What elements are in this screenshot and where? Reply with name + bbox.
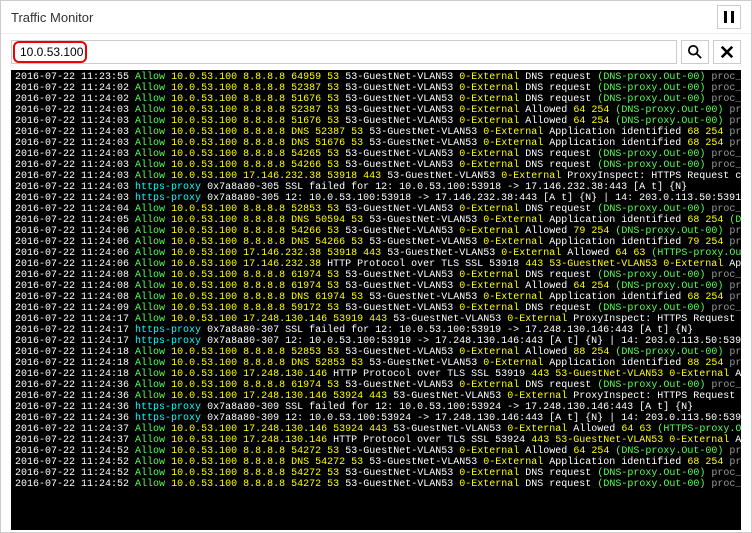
search-icon: [688, 45, 702, 59]
log-line: 2016-07-22 11:24:36 https-proxy 0x7a8a80…: [15, 413, 737, 424]
log-line: 2016-07-22 11:24:18 Allow 10.0.53.100 17…: [15, 369, 737, 380]
log-line: 2016-07-22 11:24:03 Allow 10.0.53.100 17…: [15, 171, 737, 182]
log-line: 2016-07-22 11:24:03 Allow 10.0.53.100 8.…: [15, 149, 737, 160]
log-line: 2016-07-22 11:24:52 Allow 10.0.53.100 8.…: [15, 457, 737, 468]
log-line: 2016-07-22 11:24:04 Allow 10.0.53.100 8.…: [15, 204, 737, 215]
pause-icon: [724, 11, 734, 23]
log-line: 2016-07-22 11:24:09 Allow 10.0.53.100 8.…: [15, 303, 737, 314]
log-line: 2016-07-22 11:24:52 Allow 10.0.53.100 8.…: [15, 446, 737, 457]
log-line: 2016-07-22 11:24:03 Allow 10.0.53.100 8.…: [15, 160, 737, 171]
log-line: 2016-07-22 11:24:37 Allow 10.0.53.100 17…: [15, 435, 737, 446]
log-line: 2016-07-22 11:24:02 Allow 10.0.53.100 8.…: [15, 94, 737, 105]
log-line: 2016-07-22 11:24:36 Allow 10.0.53.100 17…: [15, 391, 737, 402]
log-line: 2016-07-22 11:24:02 Allow 10.0.53.100 8.…: [15, 83, 737, 94]
log-line: 2016-07-22 11:24:52 Allow 10.0.53.100 8.…: [15, 468, 737, 479]
search-button[interactable]: [681, 40, 709, 64]
search-bar: [1, 34, 751, 70]
log-line: 2016-07-22 11:24:08 Allow 10.0.53.100 8.…: [15, 281, 737, 292]
close-icon: [720, 45, 734, 59]
log-line: 2016-07-22 11:24:06 Allow 10.0.53.100 8.…: [15, 226, 737, 237]
window-title: Traffic Monitor: [11, 10, 93, 25]
log-line: 2016-07-22 11:24:03 Allow 10.0.53.100 8.…: [15, 105, 737, 116]
header: Traffic Monitor: [1, 1, 751, 34]
log-line: 2016-07-22 11:24:18 Allow 10.0.53.100 8.…: [15, 358, 737, 369]
log-line: 2016-07-22 11:24:52 Allow 10.0.53.100 8.…: [15, 479, 737, 490]
log-line: 2016-07-22 11:24:03 Allow 10.0.53.100 8.…: [15, 138, 737, 149]
log-line: 2016-07-22 11:24:03 Allow 10.0.53.100 8.…: [15, 116, 737, 127]
clear-button[interactable]: [713, 40, 741, 64]
log-line: 2016-07-22 11:24:03 Allow 10.0.53.100 8.…: [15, 127, 737, 138]
search-input[interactable]: [11, 40, 677, 64]
log-line: 2016-07-22 11:24:06 Allow 10.0.53.100 17…: [15, 259, 737, 270]
search-wrap: [11, 40, 677, 64]
log-line: 2016-07-22 11:24:06 Allow 10.0.53.100 8.…: [15, 237, 737, 248]
log-line: 2016-07-22 11:24:06 Allow 10.0.53.100 17…: [15, 248, 737, 259]
log-line: 2016-07-22 11:24:36 https-proxy 0x7a8a80…: [15, 402, 737, 413]
log-line: 2016-07-22 11:24:08 Allow 10.0.53.100 8.…: [15, 270, 737, 281]
log-viewer[interactable]: 2016-07-22 11:23:55 Allow 10.0.53.100 8.…: [11, 70, 741, 530]
log-line: 2016-07-22 11:24:36 Allow 10.0.53.100 8.…: [15, 380, 737, 391]
log-line: 2016-07-22 11:24:05 Allow 10.0.53.100 8.…: [15, 215, 737, 226]
log-line: 2016-07-22 11:24:17 Allow 10.0.53.100 17…: [15, 314, 737, 325]
log-line: 2016-07-22 11:24:17 https-proxy 0x7a8a80…: [15, 336, 737, 347]
log-line: 2016-07-22 11:24:17 https-proxy 0x7a8a80…: [15, 325, 737, 336]
pause-button[interactable]: [717, 5, 741, 29]
log-line: 2016-07-22 11:24:18 Allow 10.0.53.100 8.…: [15, 347, 737, 358]
log-line: 2016-07-22 11:24:08 Allow 10.0.53.100 8.…: [15, 292, 737, 303]
log-line: 2016-07-22 11:24:37 Allow 10.0.53.100 17…: [15, 424, 737, 435]
log-line: 2016-07-22 11:23:55 Allow 10.0.53.100 8.…: [15, 72, 737, 83]
log-line: 2016-07-22 11:24:03 https-proxy 0x7a8a80…: [15, 193, 737, 204]
log-line: 2016-07-22 11:24:03 https-proxy 0x7a8a80…: [15, 182, 737, 193]
